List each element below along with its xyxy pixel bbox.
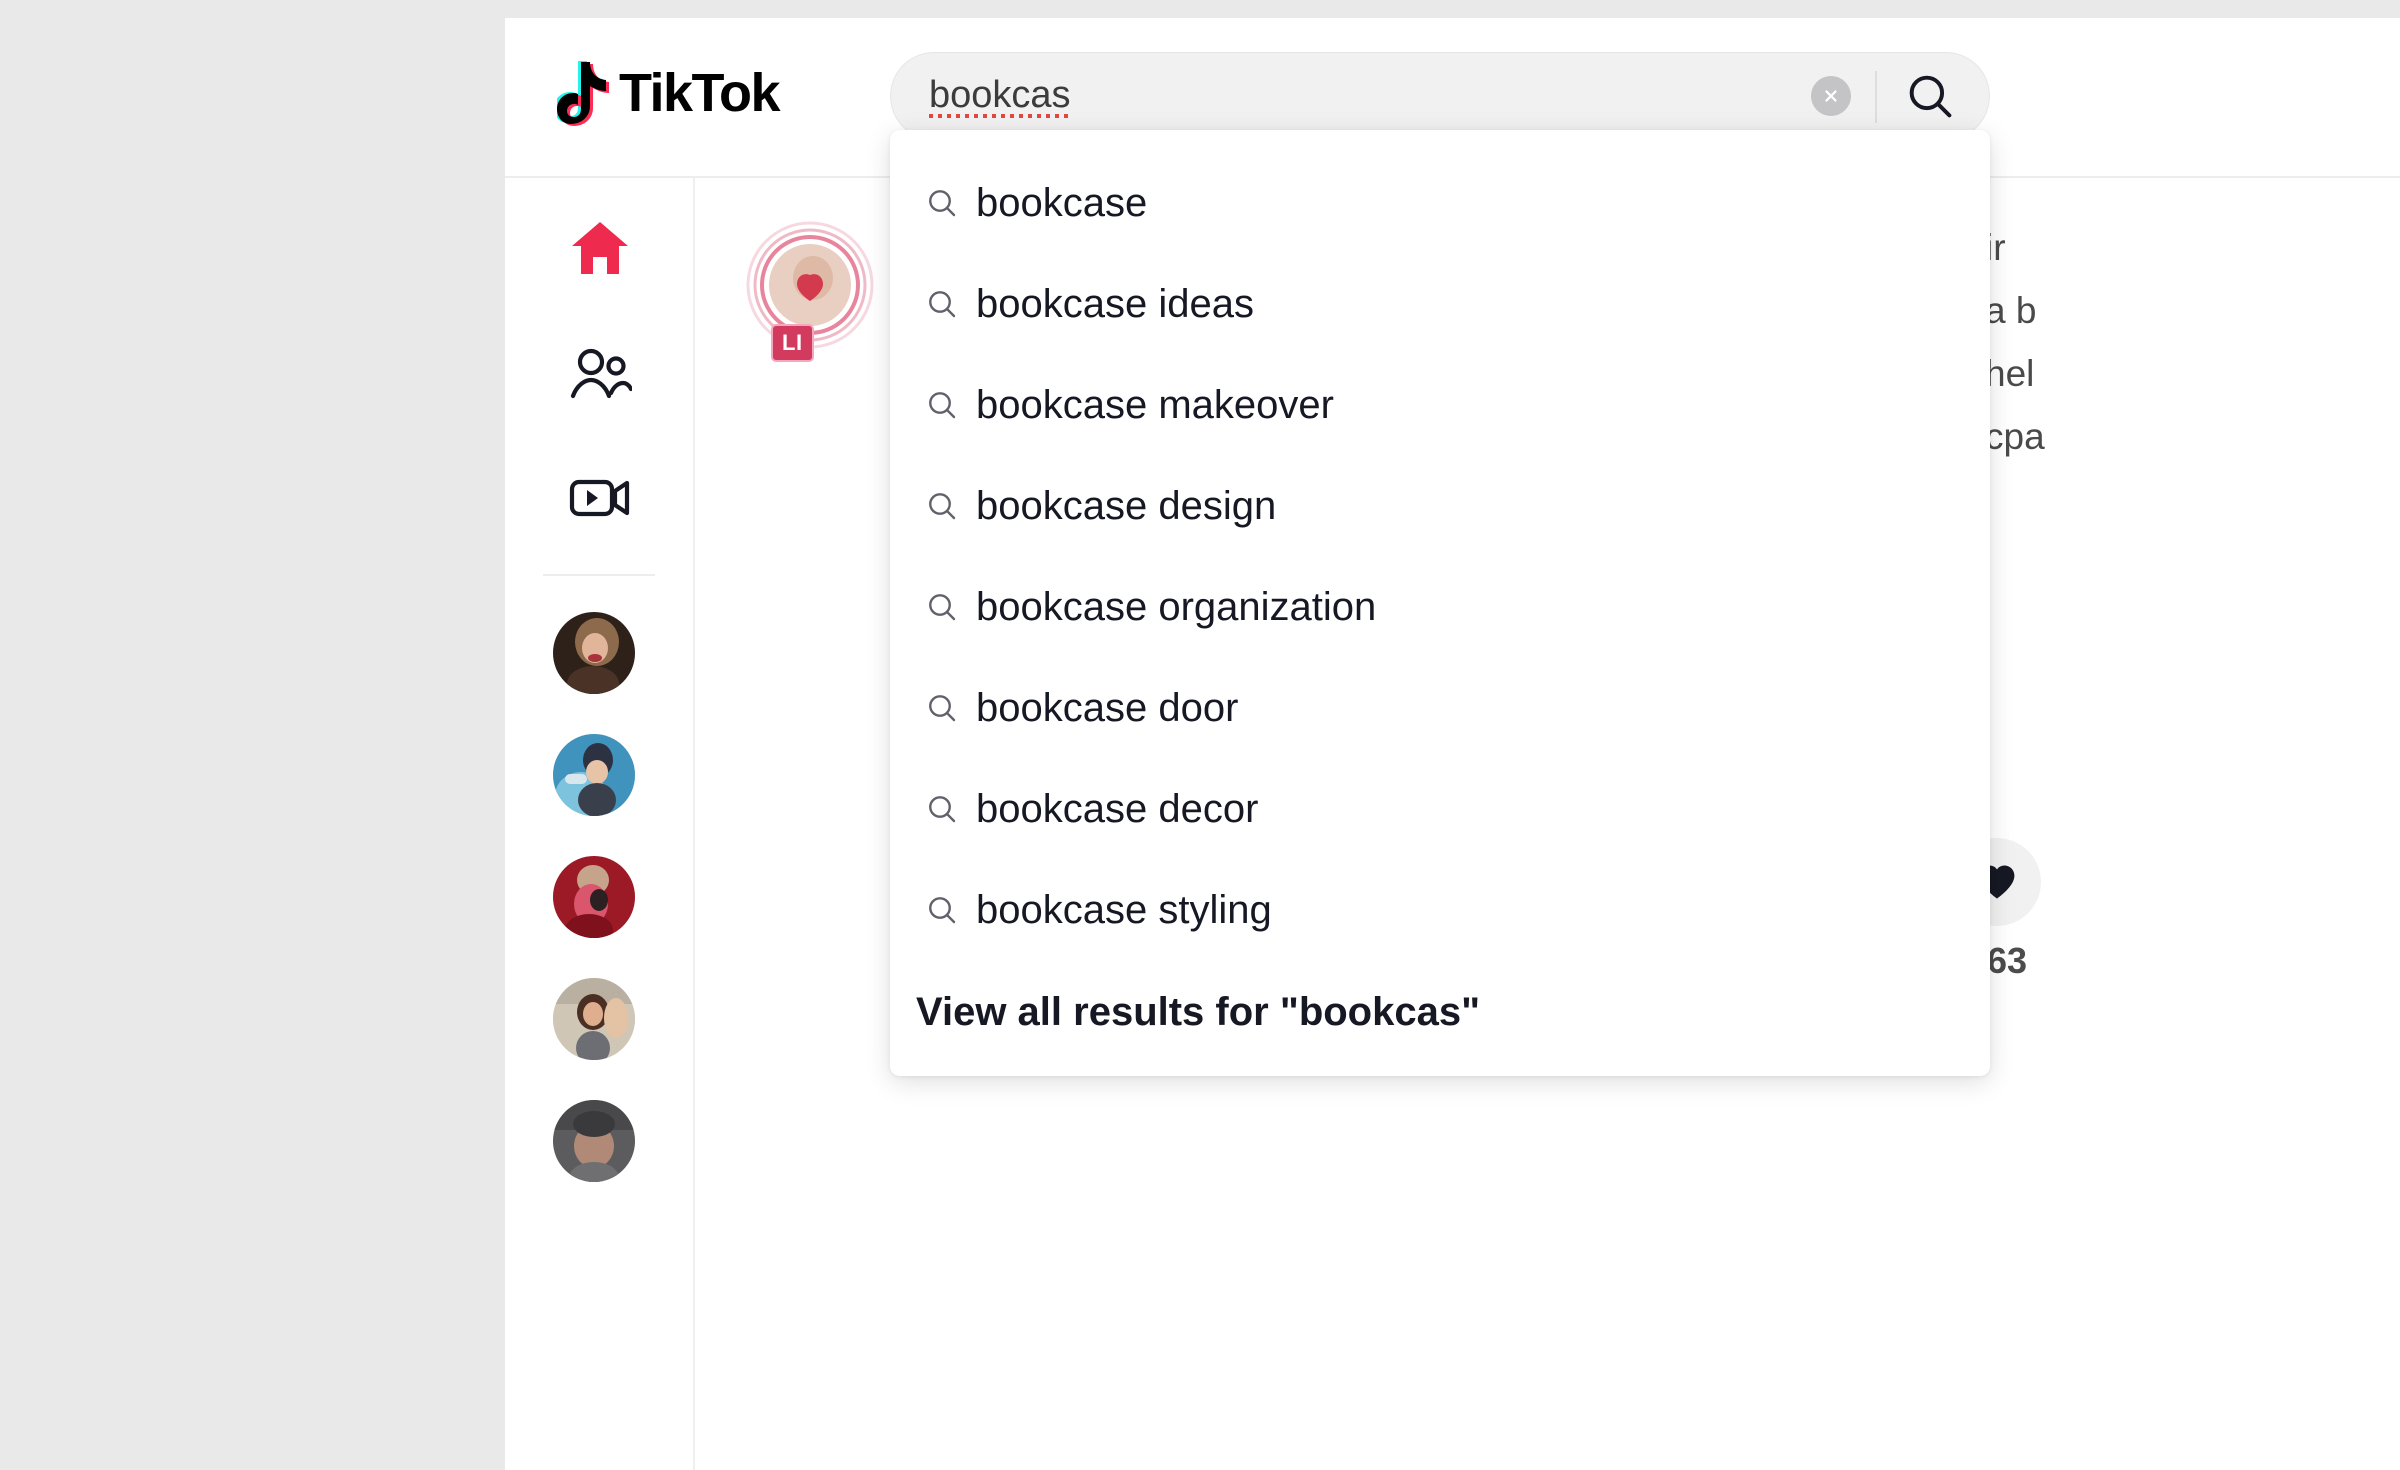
avatar-image	[553, 978, 635, 1060]
caption-line: a b	[1985, 290, 2037, 331]
search-icon	[926, 288, 976, 320]
suggestion-label: bookcase design	[976, 483, 1277, 528]
search-bar[interactable]: bookcas	[890, 52, 1990, 140]
suggestion-item[interactable]: bookcase styling	[890, 859, 1990, 960]
people-icon	[570, 348, 632, 399]
search-icon	[926, 490, 976, 522]
suggestion-label: bookcase	[976, 180, 1148, 225]
search-icon	[926, 187, 976, 219]
left-sidebar	[505, 178, 695, 1470]
search-submit-button[interactable]	[1899, 65, 1961, 127]
suggestion-item[interactable]: bookcase makeover	[890, 354, 1990, 455]
caption-line: ir	[1985, 227, 2006, 268]
suggestion-item[interactable]: bookcase organization	[890, 556, 1990, 657]
clear-search-icon[interactable]	[1811, 76, 1851, 116]
video-camera-icon	[569, 479, 630, 517]
sidebar-item-live[interactable]	[505, 450, 695, 546]
suggestion-label: bookcase makeover	[976, 382, 1334, 427]
caption-line: cpa	[1985, 416, 2045, 457]
search-icon	[926, 591, 976, 623]
avatar-image	[553, 1100, 635, 1182]
suggestion-item[interactable]: bookcase decor	[890, 758, 1990, 859]
sidebar-account-avatar[interactable]	[553, 1100, 635, 1182]
search-icon	[926, 692, 976, 724]
home-icon	[572, 222, 628, 274]
tiktok-wordmark: TikTok	[619, 63, 781, 123]
suggestion-item[interactable]: bookcase	[890, 152, 1990, 253]
tiktok-logo[interactable]: TikTok	[557, 60, 781, 126]
suggestion-item[interactable]: bookcase door	[890, 657, 1990, 758]
suggestion-label: bookcase styling	[976, 887, 1272, 932]
live-badge: LI	[771, 324, 814, 362]
close-icon	[1825, 90, 1837, 102]
suggestion-label: bookcase decor	[976, 786, 1259, 831]
sidebar-account-avatar[interactable]	[553, 978, 635, 1060]
suggestion-label: bookcase organization	[976, 584, 1377, 629]
suggestion-item[interactable]: bookcase design	[890, 455, 1990, 556]
avatar-image	[553, 734, 635, 816]
sidebar-account-avatar[interactable]	[553, 734, 635, 816]
search-icon	[926, 894, 976, 926]
search-input[interactable]: bookcas	[929, 53, 1749, 141]
view-all-results-button[interactable]: View all results for "bookcas"	[890, 960, 1990, 1064]
search-icon	[926, 389, 976, 421]
avatar-image	[553, 612, 635, 694]
view-all-results-label: View all results for "bookcas"	[916, 990, 1481, 1034]
sidebar-divider	[543, 574, 655, 576]
search-suggestions-dropdown: bookcase bookcase ideas bookcase makeove…	[890, 130, 1990, 1076]
clipped-caption-text: ir a b hel cpa	[1985, 216, 2105, 468]
search-divider	[1875, 71, 1877, 123]
avatar-image	[553, 856, 635, 938]
search-icon	[1909, 75, 1952, 118]
caption-line: hel	[1985, 353, 2035, 394]
screenshot-canvas: TikTok bookcas LI ir a b hel cpa 163 boo…	[0, 0, 2400, 1470]
search-icon	[926, 793, 976, 825]
search-input-value: bookcas	[929, 74, 1071, 118]
sidebar-account-avatar[interactable]	[553, 856, 635, 938]
live-avatar[interactable]: LI	[745, 220, 875, 380]
tiktok-note-icon	[557, 61, 609, 126]
tiktok-app-window: TikTok bookcas LI ir a b hel cpa 163 boo…	[505, 18, 2400, 1470]
suggestion-item[interactable]: bookcase ideas	[890, 253, 1990, 354]
sidebar-account-avatar[interactable]	[553, 612, 635, 694]
suggestion-label: bookcase door	[976, 685, 1239, 730]
sidebar-item-following[interactable]	[505, 326, 695, 422]
sidebar-item-for-you[interactable]	[505, 200, 695, 296]
suggestion-label: bookcase ideas	[976, 281, 1254, 326]
